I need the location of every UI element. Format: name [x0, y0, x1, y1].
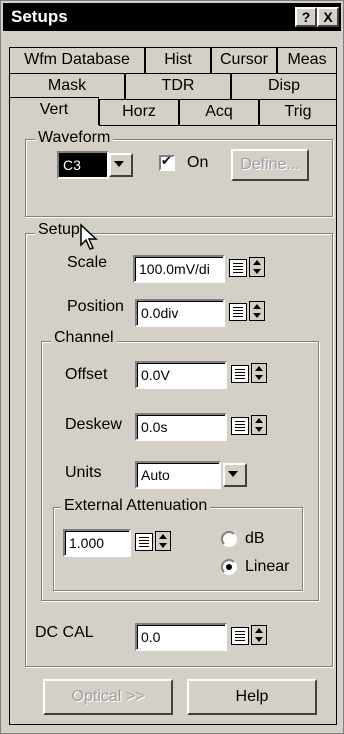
- dccal-field[interactable]: 0.0: [135, 623, 227, 651]
- tab-hist[interactable]: Hist: [145, 47, 211, 73]
- db-label: dB: [245, 530, 265, 547]
- ext-atten-group-label: External Attenuation: [61, 497, 211, 515]
- offset-keypad-icon[interactable]: [231, 365, 249, 383]
- offset-spinner[interactable]: [251, 363, 267, 383]
- ext-atten-spinner[interactable]: [155, 531, 171, 551]
- on-label: On: [187, 154, 209, 171]
- tab-vert[interactable]: Vert: [9, 97, 99, 125]
- tab-wfm-database[interactable]: Wfm Database: [9, 47, 145, 73]
- tab-acq[interactable]: Acq: [179, 99, 259, 125]
- position-field[interactable]: 0.0div: [135, 299, 225, 327]
- ext-atten-keypad-icon[interactable]: [135, 533, 153, 551]
- waveform-source-value: C3: [63, 157, 81, 173]
- tab-tdr[interactable]: TDR: [125, 73, 231, 99]
- mouse-pointer-icon: [80, 223, 98, 250]
- scale-keypad-icon[interactable]: [229, 259, 247, 277]
- position-spinner[interactable]: [249, 301, 265, 321]
- title-bar[interactable]: Setups ? X: [3, 3, 341, 31]
- tab-disp[interactable]: Disp: [231, 73, 337, 99]
- position-keypad-icon[interactable]: [229, 303, 247, 321]
- units-select[interactable]: Auto: [135, 461, 221, 489]
- define-button[interactable]: Define...: [231, 149, 309, 181]
- units-dropdown-icon[interactable]: [223, 463, 247, 487]
- deskew-label: Deskew: [65, 416, 122, 433]
- scale-field[interactable]: 100.0mV/di: [133, 255, 225, 283]
- deskew-keypad-icon[interactable]: [231, 417, 249, 435]
- setups-window: Setups ? X Wfm Database Hist Cursor Meas…: [0, 0, 344, 734]
- optical-button[interactable]: Optical >>: [43, 679, 173, 715]
- linear-label: Linear: [245, 558, 290, 575]
- tab-mask[interactable]: Mask: [9, 73, 125, 99]
- dccal-spinner[interactable]: [251, 625, 267, 645]
- waveform-group-label: Waveform: [35, 129, 114, 147]
- channel-group-label: Channel: [51, 329, 117, 347]
- close-button[interactable]: X: [317, 7, 339, 27]
- tab-horz[interactable]: Horz: [99, 99, 179, 125]
- on-checkbox[interactable]: [159, 153, 175, 171]
- help-title-button[interactable]: ?: [295, 7, 317, 27]
- units-label: Units: [65, 464, 102, 481]
- window-title: Setups: [11, 7, 68, 26]
- ext-atten-field[interactable]: 1.000: [63, 529, 131, 557]
- deskew-field[interactable]: 0.0s: [135, 413, 227, 441]
- tab-meas[interactable]: Meas: [277, 47, 337, 73]
- dccal-keypad-icon[interactable]: [231, 627, 249, 645]
- deskew-spinner[interactable]: [251, 415, 267, 435]
- tab-cursor[interactable]: Cursor: [211, 47, 277, 73]
- dccal-label: DC CAL: [35, 624, 94, 641]
- offset-label: Offset: [65, 366, 108, 383]
- setup-group-label: Setup: [35, 221, 83, 239]
- waveform-source-select[interactable]: C3: [57, 151, 109, 179]
- scale-spinner[interactable]: [249, 257, 265, 277]
- db-radio[interactable]: [221, 531, 237, 547]
- scale-label: Scale: [67, 254, 108, 271]
- linear-radio[interactable]: [221, 559, 237, 575]
- source-dropdown-icon[interactable]: [109, 153, 133, 177]
- position-label: Position: [67, 298, 124, 315]
- tab-trig[interactable]: Trig: [259, 99, 337, 125]
- offset-field[interactable]: 0.0V: [135, 361, 227, 389]
- help-button[interactable]: Help: [187, 679, 317, 715]
